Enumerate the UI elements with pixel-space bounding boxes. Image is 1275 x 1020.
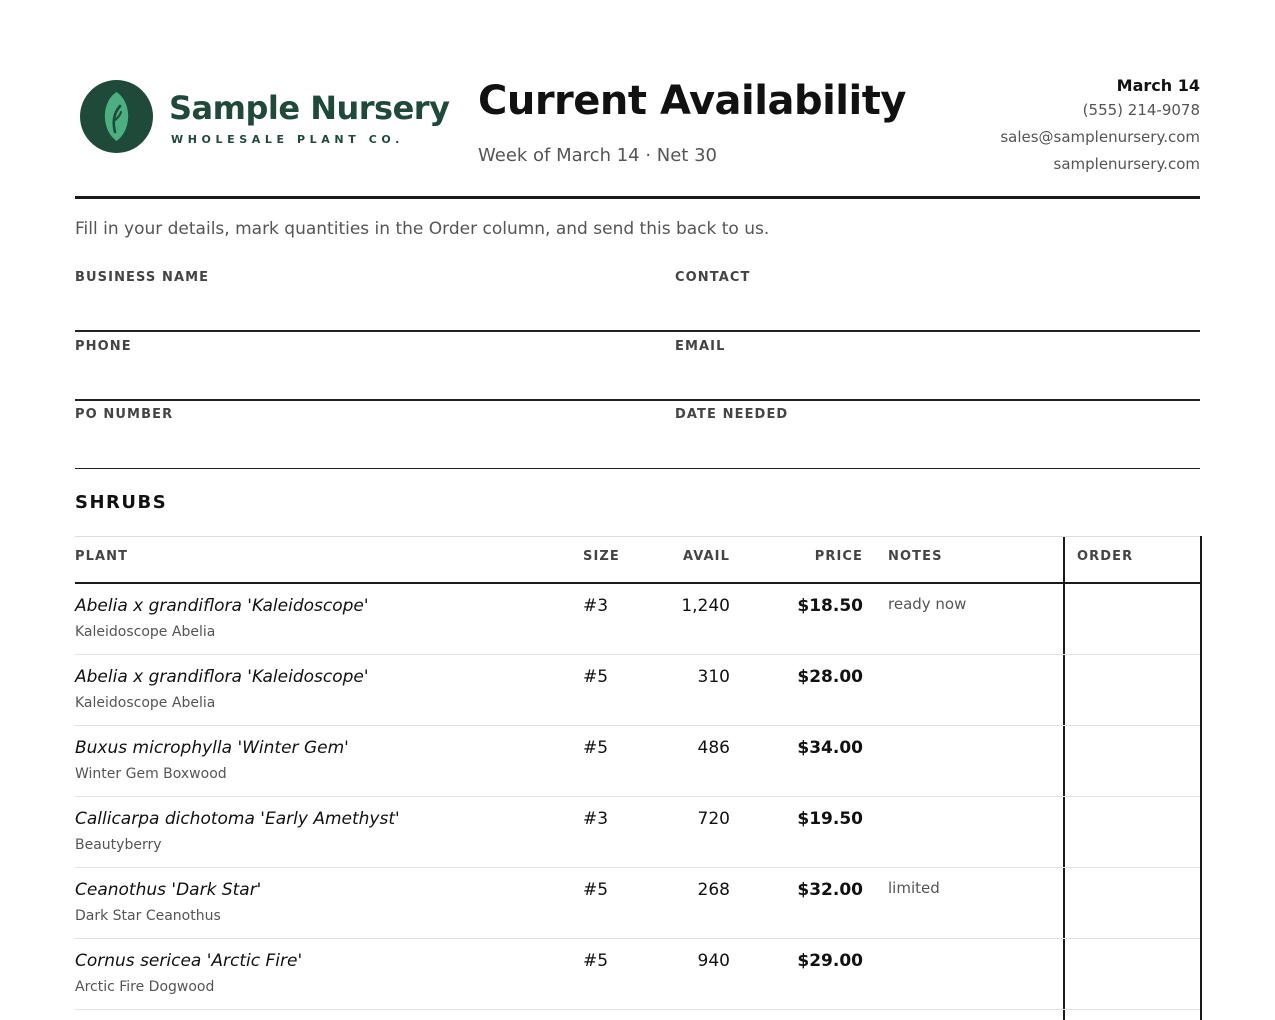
plant-price: $29.00 [797, 951, 863, 971]
plant-size: #3 [583, 809, 609, 829]
col-price: PRICE [814, 549, 863, 564]
plant-avail: 1,240 [681, 596, 730, 616]
table-row: Callicarpa dichotoma 'Early Amethyst' Be… [75, 797, 1200, 868]
plant-common: Beautyberry [75, 837, 162, 853]
plant-size: #5 [583, 951, 609, 971]
plant-botanical: Cornus sericea 'Arctic Fire' [75, 951, 303, 971]
plant-avail: 268 [697, 880, 730, 900]
plant-avail: 310 [697, 667, 730, 687]
plant-notes: limited [888, 879, 940, 897]
plant-size: #5 [583, 880, 609, 900]
contact-block: March 14 (555) 214-9078 sales@samplenurs… [1000, 75, 1200, 178]
plant-avail: 940 [697, 951, 730, 971]
email-field[interactable]: EMAIL [675, 339, 1200, 401]
page-subtitle: Week of March 14 · Net 30 [478, 145, 717, 166]
contact-field[interactable]: CONTACT [675, 270, 1200, 332]
availability-sheet: Sample Nursery WHOLESALE PLANT CO. Curre… [75, 0, 1202, 1020]
table-header: PLANT SIZE AVAIL PRICE NOTES ORDER [75, 536, 1200, 584]
leaf-icon [80, 80, 153, 153]
section-title: SHRUBS [75, 492, 168, 513]
plant-price: $19.50 [797, 809, 863, 829]
table-row: Abelia x grandiflora 'Kaleidoscope' Kale… [75, 655, 1200, 726]
table-row: Abelia x grandiflora 'Kaleidoscope' Kale… [75, 584, 1200, 655]
plant-common: Winter Gem Boxwood [75, 766, 227, 782]
form-instructions: Fill in your details, mark quantities in… [75, 219, 770, 239]
plant-common: Dark Star Ceanothus [75, 908, 221, 924]
po-number-field[interactable]: PO NUMBER [75, 407, 675, 469]
business-name-label: BUSINESS NAME [75, 270, 210, 285]
plant-common: Kaleidoscope Abelia [75, 695, 216, 711]
contact-label: CONTACT [675, 270, 751, 285]
plant-avail: 720 [697, 809, 730, 829]
plant-notes: ready now [888, 595, 967, 613]
brand-name: Sample Nursery [169, 89, 450, 127]
plant-avail: 486 [697, 738, 730, 758]
col-avail: AVAIL [682, 549, 730, 564]
sheet-date: March 14 [1116, 76, 1200, 95]
brand-tagline: WHOLESALE PLANT CO. [171, 133, 404, 146]
table-row: Buxus microphylla 'Winter Gem' Winter Ge… [75, 726, 1200, 797]
plant-common: Arctic Fire Dogwood [75, 979, 215, 995]
plant-price: $34.00 [797, 738, 863, 758]
col-order: ORDER [1077, 549, 1134, 564]
contact-phone: (555) 214-9078 [1082, 101, 1200, 119]
col-plant: PLANT [75, 549, 129, 564]
plant-botanical: Abelia x grandiflora 'Kaleidoscope' [75, 667, 369, 687]
contact-website[interactable]: samplenursery.com [1000, 151, 1200, 178]
plant-size: #5 [583, 667, 609, 687]
plant-common: Kaleidoscope Abelia [75, 624, 216, 640]
plant-size: #3 [583, 596, 609, 616]
email-label: EMAIL [675, 339, 726, 354]
date-needed-field[interactable]: DATE NEEDED [675, 407, 1200, 469]
phone-label: PHONE [75, 339, 132, 354]
table-row: Ceanothus 'Dark Star' Dark Star Ceanothu… [75, 868, 1200, 939]
header-divider [75, 196, 1200, 199]
plant-botanical: Ceanothus 'Dark Star' [75, 880, 262, 900]
business-name-field[interactable]: BUSINESS NAME [75, 270, 675, 332]
plant-price: $28.00 [797, 667, 863, 687]
table-row: Cornus sericea 'Arctic Fire' Arctic Fire… [75, 939, 1200, 1010]
date-needed-label: DATE NEEDED [675, 407, 789, 422]
plant-price: $18.50 [797, 596, 863, 616]
availability-table: PLANT SIZE AVAIL PRICE NOTES ORDER Abeli… [75, 536, 1202, 1020]
col-notes: NOTES [888, 549, 943, 564]
plant-size: #5 [583, 738, 609, 758]
po-number-label: PO NUMBER [75, 407, 174, 422]
plant-botanical: Buxus microphylla 'Winter Gem' [75, 738, 349, 758]
page-title: Current Availability [478, 78, 906, 124]
contact-email[interactable]: sales@samplenursery.com [1000, 124, 1200, 151]
plant-price: $32.00 [797, 880, 863, 900]
plant-botanical: Callicarpa dichotoma 'Early Amethyst' [75, 809, 400, 829]
phone-field[interactable]: PHONE [75, 339, 675, 401]
plant-botanical: Abelia x grandiflora 'Kaleidoscope' [75, 596, 369, 616]
col-size: SIZE [583, 549, 620, 564]
